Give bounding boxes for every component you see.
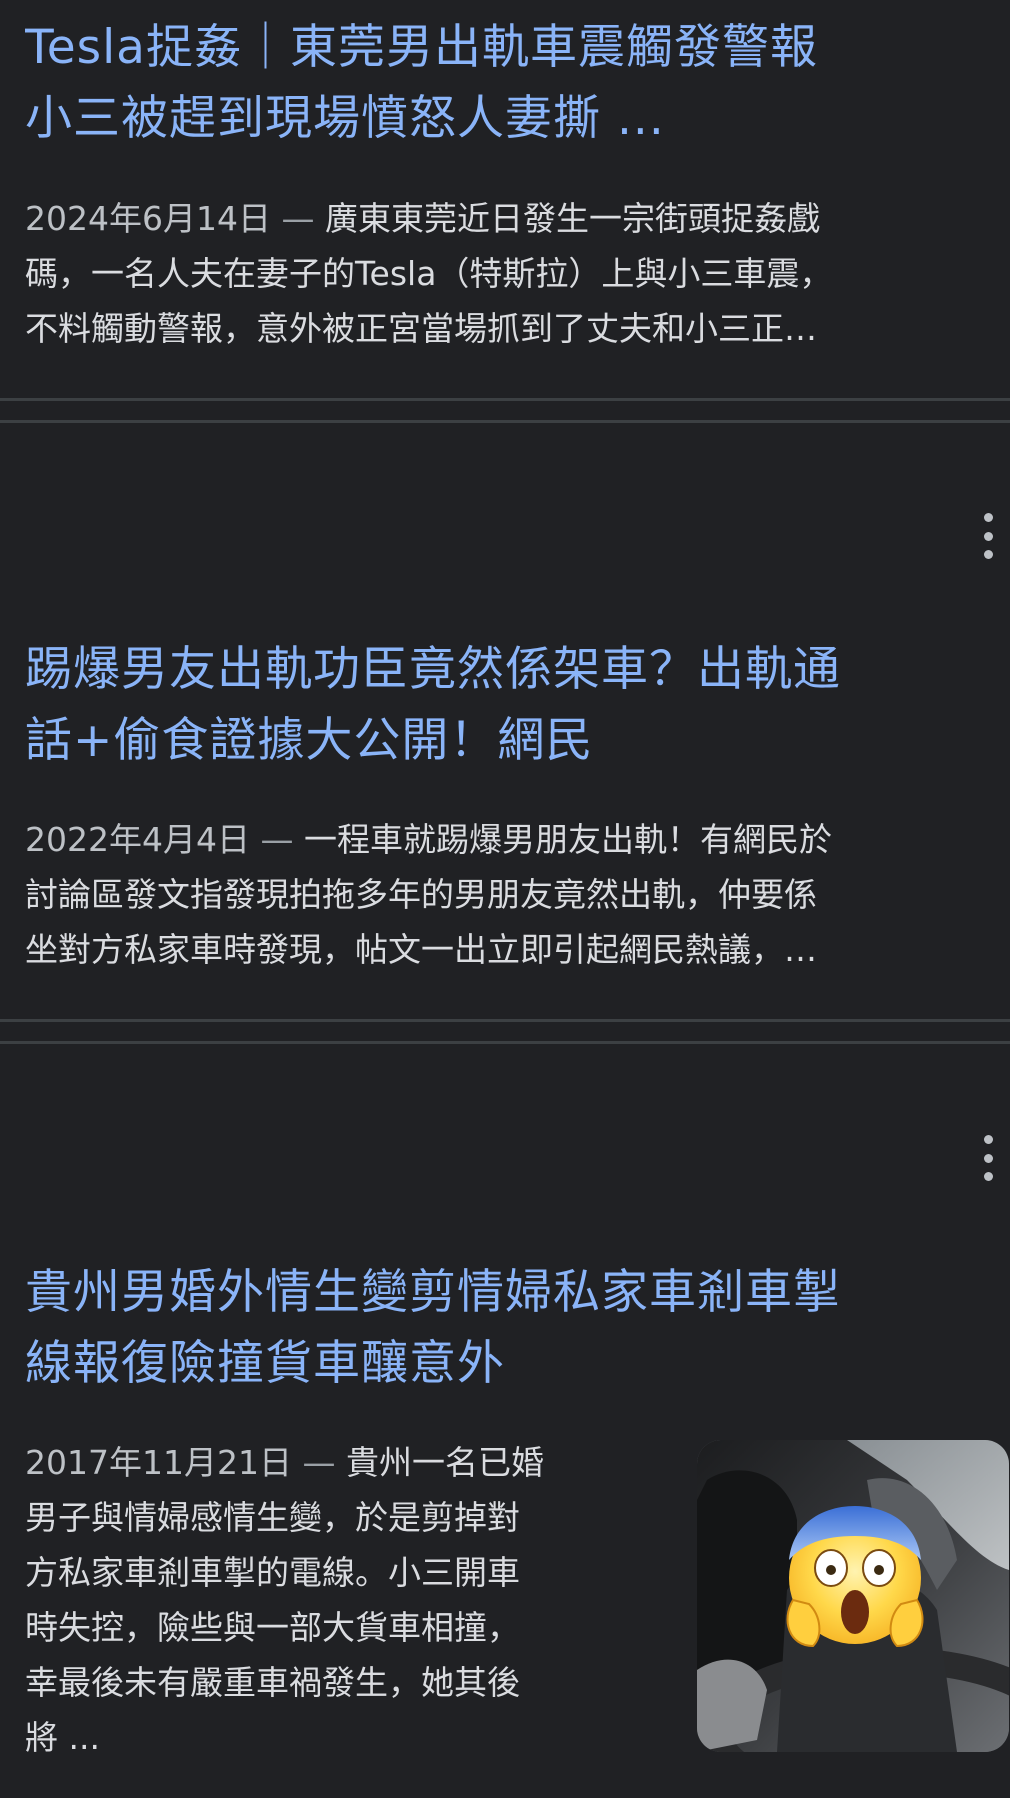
snippet-line: 碼，一名人夫在妻子的Tesla（特斯拉）上與小三車震， xyxy=(25,254,833,293)
result-snippet: 2024年6月14日 — 廣東東莞近日發生一宗街頭捉姦戲 碼，一名人夫在妻子的T… xyxy=(25,191,995,356)
result-divider xyxy=(0,1019,1010,1022)
snippet-line: 方私家車剎車掣的電線。小三開車 xyxy=(25,1553,520,1592)
search-result: Tesla捉姦｜東莞男出軌車震觸發警報 小三被趕到現場憤怒人妻撕 ... 202… xyxy=(0,0,1010,400)
snippet-line: 坐對方私家車時發現，帖文一出立即引起網民熱議，… xyxy=(25,930,817,969)
result-title-line: 線報復險撞貨車釀意外 xyxy=(25,1336,505,1391)
snippet-line: 一程車就踢爆男朋友出軌！有網民於 xyxy=(303,820,832,859)
snippet-line: 貴州一名已婚 xyxy=(345,1443,544,1482)
result-snippet: 2022年4月4日 — 一程車就踢爆男朋友出軌！有網民於 討論區發文指發現拍拖多… xyxy=(25,812,995,977)
result-title-link[interactable]: 貴州男婚外情生變剪情婦私家車剎車掣 線報復險撞貨車釀意外 xyxy=(25,1257,992,1399)
date-separator: — xyxy=(281,199,315,238)
car-interior-image xyxy=(697,1440,1009,1752)
more-vert-icon xyxy=(983,513,993,522)
snippet-line: 不料觸動警報，意外被正宮當場抓到了丈夫和小三正… xyxy=(25,309,817,348)
result-title-link[interactable]: Tesla捉姦｜東莞男出軌車震觸發警報 小三被趕到現場憤怒人妻撕 ... xyxy=(25,12,992,154)
more-options-button[interactable] xyxy=(980,513,996,559)
result-title-line: 小三被趕到現場憤怒人妻撕 ... xyxy=(25,91,665,146)
result-thumbnail[interactable] xyxy=(697,1440,1009,1752)
result-title-line: Tesla捉姦｜東莞男出軌車震觸發警報 xyxy=(25,20,818,75)
snippet-line: 幸最後未有嚴重車禍發生，她其後 xyxy=(25,1663,520,1702)
result-date: 2022年4月4日 xyxy=(25,820,250,859)
snippet-line: 時失控，險些與一部大貨車相撞， xyxy=(25,1608,520,1647)
date-separator: — xyxy=(302,1443,336,1482)
more-vert-icon xyxy=(983,1135,993,1144)
snippet-line: 討論區發文指發現拍拖多年的男朋友竟然出軌，仲要係 xyxy=(25,875,817,914)
result-title-link[interactable]: 踢爆男友出軌功臣竟然係架車？出軌通 話+偷食證據大公開！網民 xyxy=(25,634,992,776)
search-result: 踢爆男友出軌功臣竟然係架車？出軌通 話+偷食證據大公開！網民 2022年4月4日… xyxy=(0,423,1010,1021)
result-title-line: 貴州男婚外情生變剪情婦私家車剎車掣 xyxy=(25,1265,841,1320)
snippet-line: 廣東東莞近日發生一宗街頭捉姦戲 xyxy=(324,199,820,238)
result-divider xyxy=(0,398,1010,401)
result-snippet: 2017年11月21日 — 貴州一名已婚 男子與情婦感情生變，於是剪掉對 方私家… xyxy=(25,1435,665,1765)
snippet-line: 將 ... xyxy=(25,1718,100,1757)
date-separator: — xyxy=(260,820,294,859)
snippet-line: 男子與情婦感情生變，於是剪掉對 xyxy=(25,1498,520,1537)
screaming-face-emoji-icon xyxy=(786,1506,924,1648)
more-options-button[interactable] xyxy=(980,1135,996,1181)
result-title-line: 話+偷食證據大公開！網民 xyxy=(25,713,594,768)
result-date: 2017年11月21日 xyxy=(25,1443,292,1482)
result-date: 2024年6月14日 xyxy=(25,199,271,238)
result-title-line: 踢爆男友出軌功臣竟然係架車？出軌通 xyxy=(25,642,841,697)
